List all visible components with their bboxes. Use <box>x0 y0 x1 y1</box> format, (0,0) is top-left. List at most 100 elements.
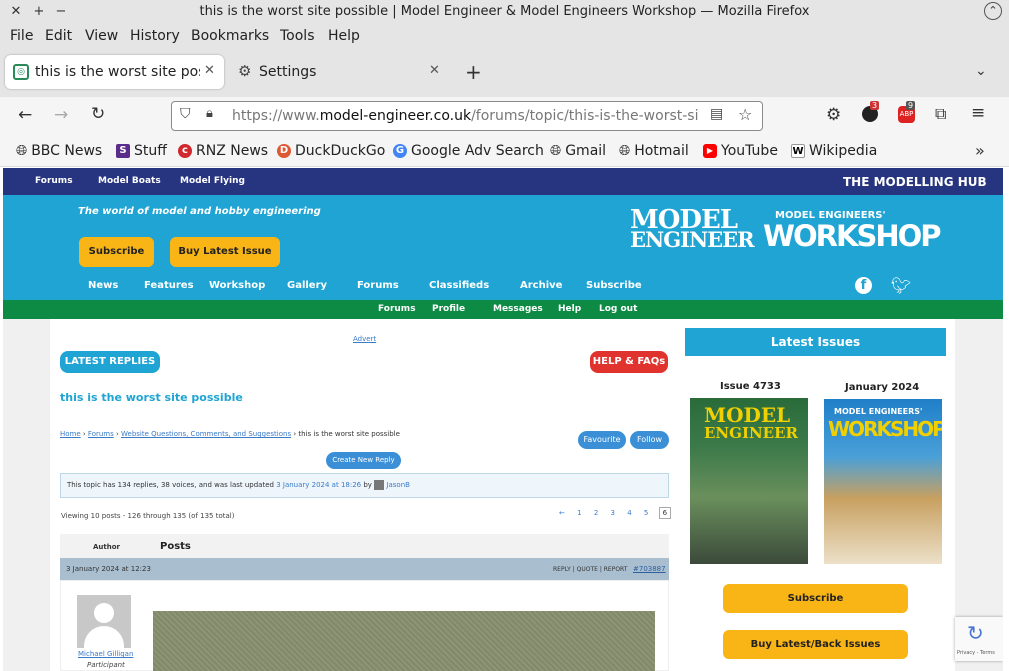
bookmark-rnz-news[interactable]: c RNZ News <box>178 143 268 159</box>
list-tabs-chevron-icon[interactable]: ⌄ <box>975 63 987 79</box>
create-new-reply-button[interactable]: Create New Reply <box>326 452 401 469</box>
model-engineer-cover[interactable]: MODEL ENGINEER <box>690 398 808 564</box>
topic-title: this is the worst site possible <box>60 391 243 404</box>
reader-view-icon[interactable]: ▤ <box>710 106 723 122</box>
hub-link-model-flying[interactable]: Model Flying <box>180 176 245 186</box>
subnav-forums[interactable]: Forums <box>378 304 416 314</box>
menu-bookmarks[interactable]: Bookmarks <box>191 28 269 44</box>
tab-forum[interactable]: ◎ this is the worst site possi ✕ <box>5 55 224 89</box>
page-link[interactable]: 4 <box>627 509 631 517</box>
subnav-help[interactable]: Help <box>558 304 581 314</box>
post-image[interactable] <box>153 611 655 671</box>
page-prev[interactable]: ← <box>559 509 565 517</box>
hamburger-menu-icon[interactable]: ≡ <box>971 103 985 123</box>
issue-label-mew: January 2024 <box>845 382 920 393</box>
tracking-shield-icon[interactable]: ⛉ <box>180 106 191 122</box>
more-bookmarks-chevron-icon[interactable]: » <box>975 141 985 160</box>
globe-icon: 🌐︎ <box>619 143 631 159</box>
page-link[interactable]: 5 <box>644 509 648 517</box>
url-text[interactable]: https://www.model-engineer.co.uk/forums/… <box>232 108 702 124</box>
recaptcha-badge[interactable]: ↻ Privacy - Terms <box>955 617 1003 661</box>
post-author-link[interactable]: Michael Gilligan <box>78 650 133 658</box>
subnav-profile[interactable]: Profile <box>432 304 465 314</box>
lock-icon[interactable]: 🔒︎ <box>206 106 213 121</box>
rnz-icon: c <box>178 144 192 158</box>
post-actions[interactable]: REPLY | QUOTE | REPORT <box>553 566 627 573</box>
nav-workshop[interactable]: Workshop <box>209 280 265 291</box>
nav-forums[interactable]: Forums <box>357 280 399 291</box>
post-meta-bar: 3 January 2024 at 12:23 REPLY | QUOTE | … <box>60 558 669 580</box>
tab-label: Settings <box>259 64 317 80</box>
post-permalink[interactable]: #703887 <box>633 565 666 573</box>
follow-button[interactable]: Follow <box>630 431 669 449</box>
bookmark-google-adv-search[interactable]: G Google Adv Search <box>393 143 544 159</box>
breadcrumb-current: this is the worst site possible <box>298 430 400 438</box>
tab-close-icon[interactable]: ✕ <box>204 63 215 78</box>
page-current: 6 <box>658 507 672 519</box>
menu-file[interactable]: File <box>10 28 33 44</box>
model-engineers-workshop-logo[interactable]: MODEL ENGINEERS' WORKSHOP <box>763 210 942 251</box>
bookmark-duckduckgo[interactable]: D DuckDuckGo <box>277 143 385 159</box>
new-tab-icon[interactable]: + <box>465 60 482 84</box>
last-user-link[interactable]: JasonB <box>386 481 410 489</box>
menu-view[interactable]: View <box>85 28 118 44</box>
bookmarks-toolbar: 🌐︎ BBC News S Stuff c RNZ News D DuckDuckGo … <box>0 137 1009 167</box>
navigation-toolbar: ← → ↻ ⛉ 🔒︎ https://www.model-engineer.co… <box>0 97 1009 137</box>
user-avatar[interactable] <box>77 595 131 648</box>
forward-arrow-icon[interactable]: → <box>54 105 68 125</box>
latest-replies-button[interactable]: LATEST REPLIES <box>60 351 160 373</box>
breadcrumb-home[interactable]: Home <box>60 430 81 438</box>
subscribe-button[interactable]: Subscribe <box>79 237 154 267</box>
back-arrow-icon[interactable]: ← <box>18 105 32 125</box>
nav-features[interactable]: Features <box>144 280 194 291</box>
web-page: Forums Model Boats Model Flying THE MODE… <box>3 168 1003 671</box>
extensions-puzzle-icon[interactable]: ⧉ <box>935 104 946 124</box>
nav-news[interactable]: News <box>88 280 118 291</box>
menu-help[interactable]: Help <box>328 28 360 44</box>
reload-icon[interactable]: ↻ <box>91 104 105 124</box>
favourite-button[interactable]: Favourite <box>578 431 626 449</box>
model-engineer-logo[interactable]: MODEL ENGINEER <box>630 207 755 250</box>
tab-close-icon[interactable]: ✕ <box>429 63 440 78</box>
modelling-hub-logo[interactable]: THE MODELLING HUB <box>843 175 987 189</box>
bookmark-star-icon[interactable]: ☆ <box>738 105 752 124</box>
subnav-logout[interactable]: Log out <box>599 304 637 314</box>
sidebar-subscribe-button[interactable]: Subscribe <box>723 584 908 613</box>
nav-subscribe[interactable]: Subscribe <box>586 280 642 291</box>
bookmark-stuff[interactable]: S Stuff <box>116 143 167 159</box>
last-updated-link[interactable]: 3 January 2024 at 18:26 <box>276 481 361 489</box>
bookmark-wikipedia[interactable]: W Wikipedia <box>791 143 877 159</box>
nav-gallery[interactable]: Gallery <box>287 280 327 291</box>
url-bar[interactable]: ⛉ 🔒︎ https://www.model-engineer.co.uk/fo… <box>171 101 763 131</box>
page-link[interactable]: 2 <box>594 509 598 517</box>
menu-edit[interactable]: Edit <box>45 28 72 44</box>
menu-tools[interactable]: Tools <box>280 28 315 44</box>
nav-archive[interactable]: Archive <box>520 280 562 291</box>
buy-back-issues-button[interactable]: Buy Latest/Back Issues <box>723 630 908 659</box>
page-link[interactable]: 3 <box>611 509 615 517</box>
breadcrumb-forums[interactable]: Forums <box>88 430 114 438</box>
hub-link-model-boats[interactable]: Model Boats <box>98 176 161 186</box>
help-faqs-button[interactable]: HELP & FAQs <box>590 351 668 373</box>
menu-history[interactable]: History <box>130 28 180 44</box>
model-engineers-workshop-cover[interactable]: MODEL ENGINEERS' WORKSHOP <box>824 399 942 564</box>
nav-classifieds[interactable]: Classifieds <box>429 280 489 291</box>
buy-latest-issue-button[interactable]: Buy Latest Issue <box>170 237 280 267</box>
window-menu-icon[interactable]: ⌃ <box>984 2 1002 20</box>
twitter-icon[interactable]: 🐦︎ <box>891 276 911 295</box>
extension-badge: 3 <box>870 101 880 110</box>
tab-favicon-icon: ◎ <box>13 64 29 80</box>
bookmark-hotmail[interactable]: 🌐︎ Hotmail <box>619 143 689 159</box>
breadcrumb-section[interactable]: Website Questions, Comments, and Suggest… <box>121 430 291 438</box>
subnav-messages[interactable]: Messages <box>493 304 543 314</box>
bookmark-youtube[interactable]: ▶ YouTube <box>703 143 778 159</box>
facebook-icon[interactable]: f <box>855 277 872 294</box>
settings-gear-icon[interactable]: ⚙ <box>826 105 841 125</box>
tab-settings[interactable]: ⚙ Settings ✕ <box>232 55 449 89</box>
hub-link-forums[interactable]: Forums <box>35 176 73 186</box>
advert-link[interactable]: Advert <box>353 335 376 343</box>
bookmark-gmail[interactable]: 🌐︎ Gmail <box>550 143 606 159</box>
bookmark-bbc-news[interactable]: 🌐︎ BBC News <box>16 143 102 159</box>
page-link[interactable]: 1 <box>577 509 581 517</box>
recaptcha-terms[interactable]: Privacy - Terms <box>957 650 995 656</box>
